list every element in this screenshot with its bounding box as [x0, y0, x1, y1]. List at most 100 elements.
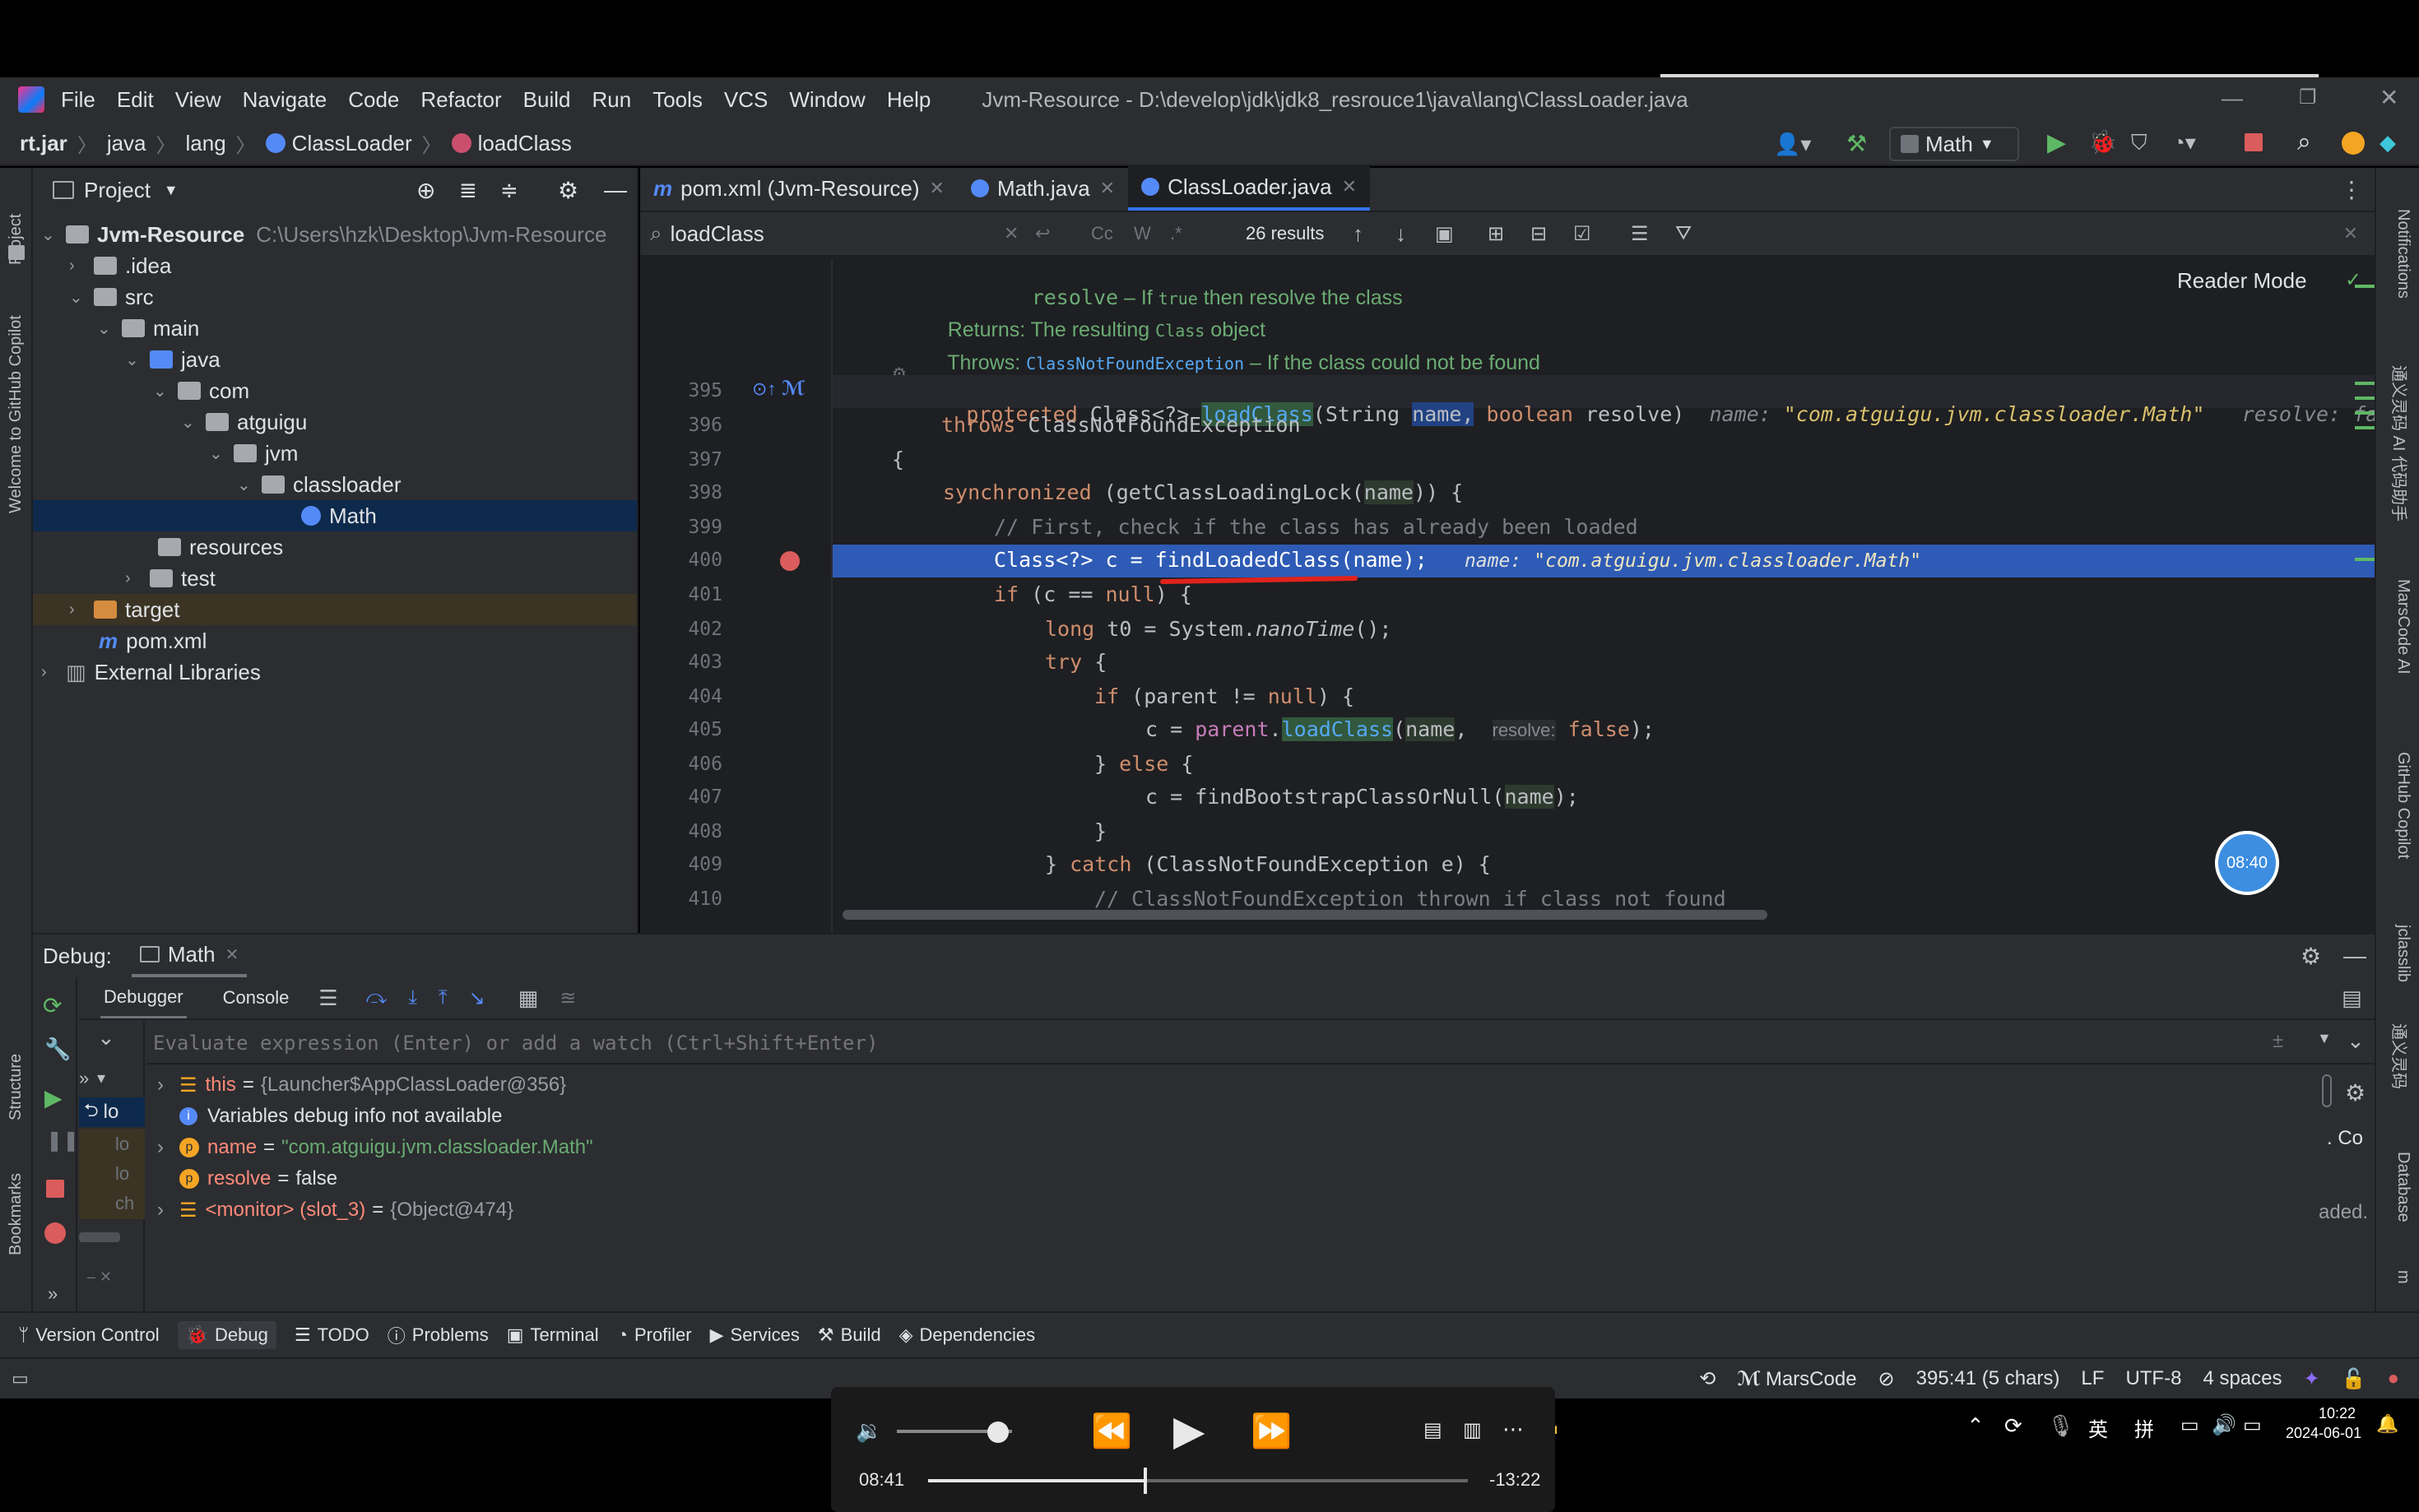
chevron-down-icon[interactable]: ⌄ [125, 350, 150, 370]
chevron-right-icon[interactable]: › [41, 663, 66, 682]
locate-icon[interactable]: ⊕ [416, 177, 435, 204]
frames-close-icon[interactable]: ‒ ✕ [87, 1269, 112, 1286]
frame-row[interactable]: lo lo ch [79, 1129, 145, 1219]
indent-setting[interactable]: 4 spaces [2203, 1367, 2282, 1390]
stop-icon[interactable] [46, 1180, 64, 1198]
variable-row[interactable]: p resolve = false [179, 1163, 337, 1194]
tree-item-test[interactable]: › test [125, 563, 216, 594]
breadcrumb-java[interactable]: java [107, 131, 146, 156]
menu-code[interactable]: Code [348, 87, 399, 113]
step-out-icon[interactable]: ⤒ [439, 986, 448, 1009]
progress-track[interactable] [928, 1468, 1468, 1494]
intellij-logo-icon[interactable] [18, 86, 44, 113]
tool-database[interactable]: Database [2393, 1152, 2412, 1222]
breadcrumb-lang[interactable]: lang [186, 131, 226, 156]
tray-chevron-up-icon[interactable]: ⌃ [1966, 1413, 1985, 1439]
frame-selected[interactable]: ⮌ lo [79, 1097, 145, 1127]
sync-icon[interactable]: ⟲ [1699, 1367, 1716, 1391]
trace-icon[interactable]: ≊ [559, 986, 576, 1010]
tab-pom[interactable]: m pom.xml (Jvm-Resource) ✕ [640, 166, 958, 211]
chevron-down-icon[interactable]: ⌄ [69, 287, 94, 308]
hide-panel-icon[interactable]: — [2343, 943, 2366, 969]
menu-navigate[interactable]: Navigate [243, 87, 327, 113]
tree-root[interactable]: ⌄ Jvm-Resource C:\Users\hzk\Desktop\Jvm-… [41, 219, 606, 250]
layout-icon[interactable]: ▤ [2342, 986, 2362, 1011]
open-in-window-icon[interactable]: ▣ [1435, 222, 1454, 246]
tree-item-idea[interactable]: › .idea [69, 250, 171, 281]
notification-bell-icon[interactable]: 🔔 [2376, 1413, 2398, 1435]
marscode-gutter-icon[interactable]: ℳ [782, 377, 805, 401]
more-options-icon[interactable]: ⋯ [1502, 1417, 1524, 1442]
tree-item-classloader[interactable]: ⌄ classloader [237, 469, 402, 500]
tree-item-java[interactable]: ⌄ java [125, 344, 221, 375]
ime-english[interactable]: 英 [2088, 1413, 2108, 1442]
gear-icon[interactable]: ⚙ [558, 177, 578, 204]
project-view-select[interactable]: Project [84, 178, 151, 203]
more-actions-icon[interactable]: » [48, 1283, 58, 1305]
tool-dependencies[interactable]: ◈ Dependencies [899, 1324, 1036, 1346]
chevron-down-icon[interactable]: ⌄ [97, 1025, 115, 1051]
tool-bookmarks[interactable]: Bookmarks [7, 1173, 26, 1255]
step-into-icon[interactable]: ⤓ [408, 986, 417, 1009]
chevron-right-icon[interactable]: › [69, 257, 94, 276]
tool-github-copilot[interactable]: GitHub Copilot [2393, 752, 2412, 859]
run-to-cursor-icon[interactable]: ↘ [469, 986, 485, 1010]
chevron-right-icon[interactable]: › [125, 569, 150, 588]
more-icon[interactable]: » [79, 1068, 89, 1089]
captions-icon[interactable]: ▥ [1463, 1418, 1482, 1442]
resume-icon[interactable]: ▶ [44, 1084, 63, 1111]
debug-icon[interactable]: 🐞 [2088, 128, 2117, 155]
tool-tongyi[interactable]: 通义灵码 [2389, 1023, 2412, 1089]
evaluate-expression-input[interactable] [153, 1027, 2210, 1060]
tree-item-target[interactable]: › target [69, 594, 180, 625]
tool-notifications[interactable]: Notifications [2393, 209, 2412, 299]
chevron-down-icon[interactable]: ⌄ [41, 225, 66, 245]
tree-item-src[interactable]: ⌄ src [69, 281, 154, 313]
tree-item-resources[interactable]: resources [158, 531, 283, 563]
tool-debug[interactable]: 🐞 Debug [177, 1321, 276, 1349]
menu-edit[interactable]: Edit [117, 87, 154, 113]
menu-view[interactable]: View [175, 87, 221, 113]
select-all-occurrences-icon[interactable]: ☑ [1573, 222, 1591, 246]
tool-marscode-ai[interactable]: MarsCode AI [2393, 579, 2412, 675]
gear-icon[interactable]: ⚙ [2345, 1079, 2366, 1106]
expand-all-icon[interactable]: ≣ [459, 178, 477, 203]
tool-todo[interactable]: ☰ TODO [295, 1324, 369, 1346]
menu-refactor[interactable]: Refactor [420, 87, 501, 113]
menu-vcs[interactable]: VCS [724, 87, 768, 113]
variable-row[interactable]: › ☰ this = {Launcher$AppClassLoader@356} [146, 1069, 566, 1101]
variables-scrollbar[interactable] [2322, 1074, 2332, 1107]
run-config-select[interactable]: Math ▼ [1889, 127, 2019, 161]
horizontal-scrollbar[interactable] [843, 910, 1767, 920]
filter-chevron-icon[interactable]: ▾ [97, 1068, 105, 1088]
tool-structure[interactable]: Structure [7, 1054, 26, 1120]
doc-link[interactable]: ClassNotFoundException [1026, 354, 1244, 373]
chevron-right-icon[interactable]: › [69, 601, 94, 619]
volume-knob[interactable] [987, 1422, 1009, 1443]
chevron-down-icon[interactable]: ▼ [164, 182, 179, 199]
filter-options-icon[interactable]: ☰ [1631, 222, 1649, 246]
more-icon[interactable]: ⋮ [2340, 176, 2363, 203]
network-off-icon[interactable]: ⊘ [1878, 1367, 1895, 1391]
volume-icon[interactable]: 🔉 [856, 1418, 882, 1444]
clear-icon[interactable]: ✕ [1004, 223, 1019, 244]
minimize-icon[interactable]: — [2222, 86, 2243, 111]
rerun-icon[interactable]: ⟳ [43, 992, 62, 1019]
debug-session-tab[interactable]: Math ✕ [131, 935, 248, 977]
tool-services[interactable]: ▶ Services [710, 1324, 800, 1346]
progress-knob[interactable] [1144, 1468, 1148, 1494]
close-window-icon[interactable]: ✕ [2380, 84, 2398, 111]
hide-panel-icon[interactable]: — [604, 177, 627, 203]
tree-item-main[interactable]: ⌄ main [97, 313, 199, 344]
ime-pinyin[interactable]: 拼 [2134, 1413, 2154, 1442]
line-separator[interactable]: LF [2081, 1367, 2104, 1390]
coverage-icon[interactable]: ⛉ [2131, 130, 2147, 156]
restore-icon[interactable]: ❐ [2299, 86, 2317, 109]
add-watch-icon[interactable]: ± [2273, 1030, 2283, 1053]
breadcrumb-loadclass[interactable]: loadClass [478, 131, 572, 156]
tree-item-math[interactable]: Math [301, 500, 377, 531]
tool-tongyi-assistant[interactable]: 通义灵码 AI 代码助手 [2389, 365, 2412, 522]
close-icon[interactable]: ✕ [930, 178, 945, 199]
tray-app-icon[interactable]: ⟳ [2004, 1413, 2022, 1439]
user-icon[interactable]: 👤▾ [1774, 132, 1811, 157]
